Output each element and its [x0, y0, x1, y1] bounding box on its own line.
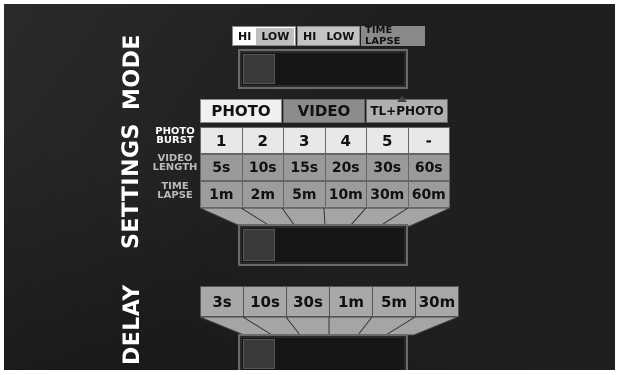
- tab-video-label: VIDEO: [297, 102, 351, 120]
- row-label-photo-burst: PHOTO BURST: [155, 126, 195, 146]
- delay-option[interactable]: 30m: [415, 286, 459, 317]
- video-length-option[interactable]: 5s: [200, 154, 243, 181]
- mode-time-lapse[interactable]: TIME LAPSE: [361, 25, 425, 47]
- mode-label: MODE: [120, 34, 145, 110]
- time-lapse-option[interactable]: 2m: [241, 181, 284, 208]
- mode-toggle-2[interactable]: HI LOW: [297, 26, 360, 46]
- delay-option[interactable]: 1m: [329, 286, 373, 317]
- tab-tl-photo[interactable]: TL+PHOTO: [366, 99, 448, 123]
- tab-tl-photo-label: TL+PHOTO: [370, 104, 444, 118]
- row-label-video-length: VIDEO LENGTH: [152, 153, 198, 173]
- delay-display: [238, 334, 408, 370]
- time-lapse-option[interactable]: 60m: [407, 181, 450, 208]
- delay-option[interactable]: 30s: [286, 286, 330, 317]
- video-length-option[interactable]: 60s: [407, 154, 450, 181]
- mode-time-lapse-label[interactable]: TIME LAPSE: [362, 25, 424, 47]
- tab-pointer: [397, 96, 407, 102]
- time-lapse-option[interactable]: 30m: [366, 181, 409, 208]
- video-length-option[interactable]: 30s: [366, 154, 409, 181]
- mode-display-indicator: [243, 54, 275, 84]
- time-lapse-option[interactable]: 10m: [324, 181, 367, 208]
- mode-toggle-1[interactable]: HI LOW: [232, 26, 296, 46]
- photo-burst-option[interactable]: 3: [283, 127, 326, 154]
- settings-display-indicator: [243, 229, 275, 261]
- delay-display-indicator: [243, 339, 275, 369]
- row-label-time-lapse: TIME LAPSE: [157, 181, 193, 201]
- tab-video[interactable]: VIDEO: [283, 99, 365, 123]
- delay-label: DELAY: [120, 284, 145, 365]
- mode-hi-1[interactable]: HI: [233, 30, 256, 43]
- mode-low-2[interactable]: LOW: [321, 30, 359, 43]
- tab-photo[interactable]: PHOTO: [200, 99, 282, 123]
- settings-display: [238, 224, 408, 266]
- video-length-option[interactable]: 20s: [324, 154, 367, 181]
- delay-option[interactable]: 5m: [372, 286, 416, 317]
- tab-photo-label: PHOTO: [211, 102, 271, 120]
- photo-burst-option[interactable]: 5: [366, 127, 409, 154]
- photo-burst-option[interactable]: 1: [200, 127, 243, 154]
- photo-burst-option[interactable]: -: [407, 127, 450, 154]
- delay-option[interactable]: 3s: [200, 286, 244, 317]
- mode-hi-2[interactable]: HI: [298, 30, 321, 43]
- settings-label: SETTINGS: [119, 123, 144, 249]
- photo-burst-option[interactable]: 2: [241, 127, 284, 154]
- video-length-option[interactable]: 15s: [283, 154, 326, 181]
- mode-low-1[interactable]: LOW: [256, 27, 295, 45]
- mode-display: [238, 49, 408, 89]
- time-lapse-option[interactable]: 5m: [283, 181, 326, 208]
- camera-settings-panel: MODE SETTINGS DELAY HI LOW HI LOW TIME L…: [4, 4, 615, 370]
- delay-option[interactable]: 10s: [243, 286, 287, 317]
- video-length-option[interactable]: 10s: [241, 154, 284, 181]
- time-lapse-option[interactable]: 1m: [200, 181, 243, 208]
- photo-burst-option[interactable]: 4: [324, 127, 367, 154]
